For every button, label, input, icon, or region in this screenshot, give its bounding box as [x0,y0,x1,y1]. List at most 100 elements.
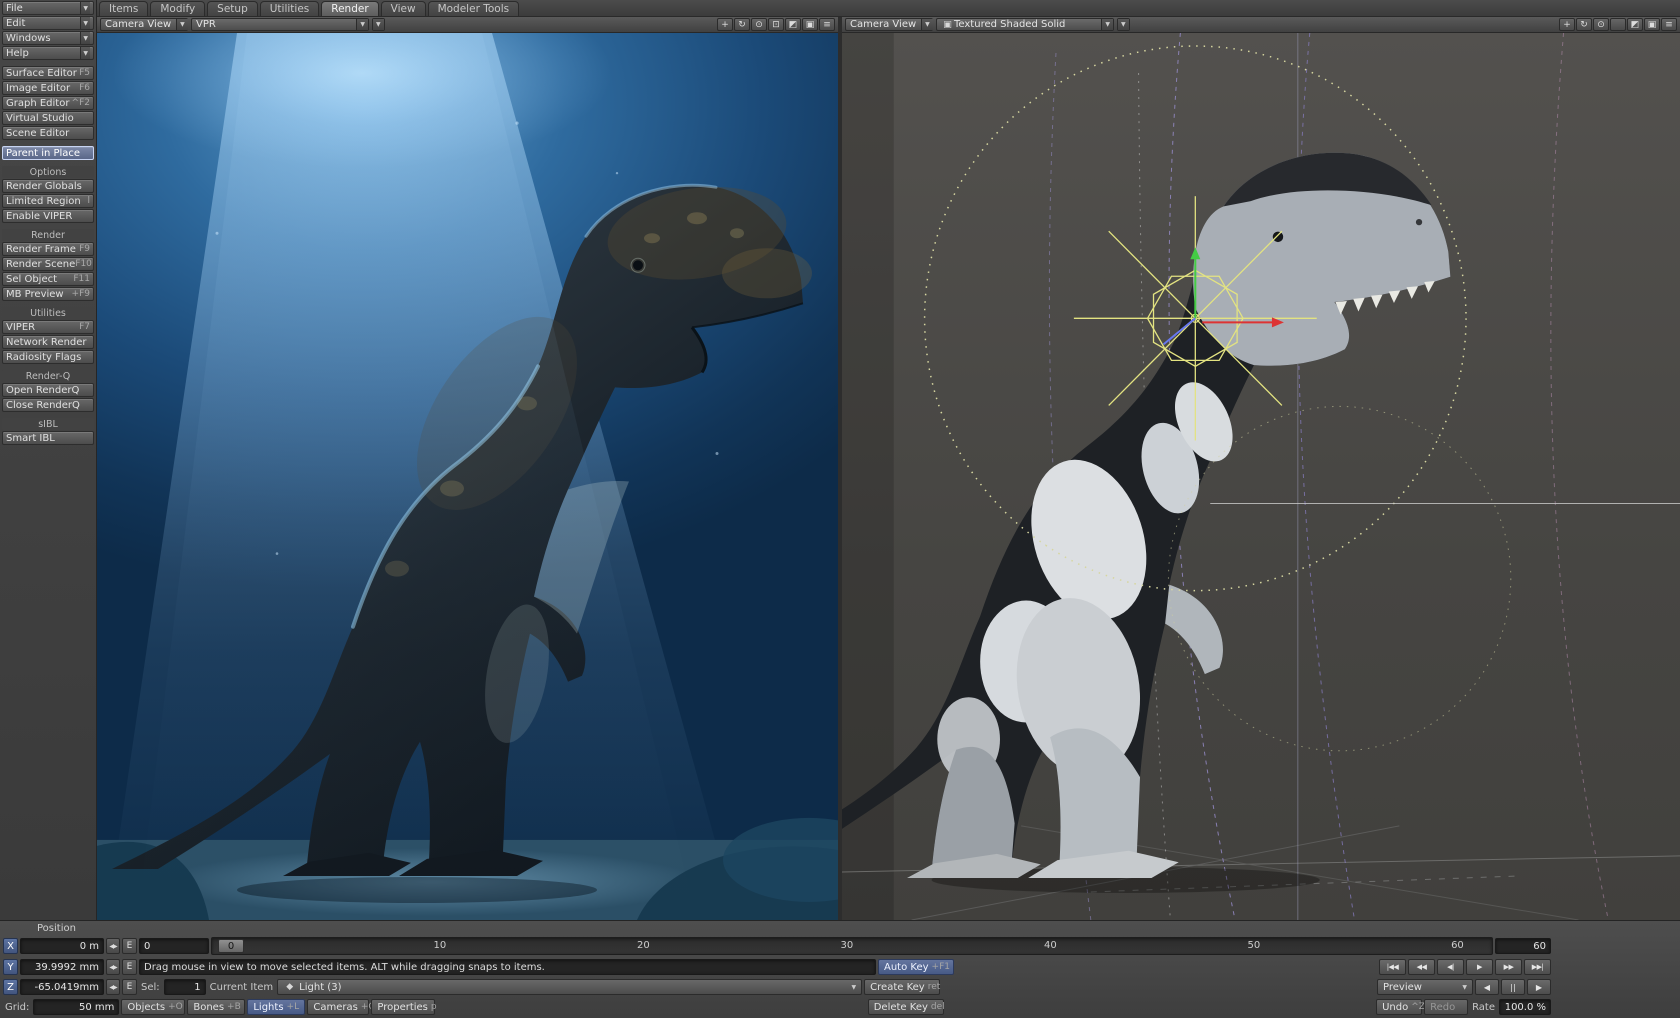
mb-preview-button[interactable]: MB Preview+F9 [2,287,94,301]
tab-render[interactable]: Render [321,1,378,16]
menu-help[interactable]: Help▼ [2,46,94,60]
rotate-icon[interactable]: ↻ [1576,18,1592,31]
lights-mode-button[interactable]: Lights+L [247,999,305,1015]
z-envelope-button[interactable]: E [122,979,137,995]
fit-icon[interactable]: ⊡ [768,18,784,31]
create-key-button[interactable]: Create Keyret [864,979,940,995]
play-button[interactable]: ▶ [1466,959,1493,975]
image-editor-button[interactable]: Image EditorF6 [2,81,94,95]
undo-button[interactable]: Undo^Z [1376,999,1422,1015]
parent-in-place-button[interactable]: Parent in Place [2,146,94,160]
light-item-icon: ◆ [283,982,296,992]
previous-keyframe-button[interactable]: ◀◀ [1408,959,1435,975]
y-spinner[interactable]: ◀▶ [106,959,120,975]
z-spinner[interactable]: ◀▶ [106,979,120,995]
pan-icon[interactable]: + [1559,18,1575,31]
button-label: Objects [127,1002,165,1013]
redo-button[interactable]: Redo [1424,999,1468,1015]
step-back-button[interactable]: ◀| [1437,959,1464,975]
trex-model [842,153,1450,878]
scene-editor-button[interactable]: Scene Editor [2,126,94,140]
network-render-button[interactable]: Network Render [2,335,94,349]
camera-icon[interactable]: ▣ [802,18,818,31]
button-label: Parent in Place [6,148,80,159]
tab-setup[interactable]: Setup [207,1,258,16]
tab-modify[interactable]: Modify [150,1,205,16]
frame-slider-handle[interactable]: 0 [218,939,244,953]
current-item-dropdown[interactable]: ◆Light (3)▼ [277,979,862,995]
shortcut-key: +F1 [932,962,950,972]
surface-editor-button[interactable]: Surface EditorF5 [2,66,94,80]
chevron-down-icon: ▼ [80,32,90,44]
cameras-mode-button[interactable]: Cameras+C [307,999,369,1015]
close-renderq-button[interactable]: Close RenderQ [2,398,94,412]
timeline-slider[interactable]: 0 10 20 30 40 50 60 [211,937,1493,955]
enable-viper-button[interactable]: Enable VIPER [2,209,94,223]
delete-key-button[interactable]: Delete Keydel [868,999,944,1015]
rate-field[interactable]: 100.0 % [1499,999,1551,1015]
properties-button[interactable]: Propertiesp [371,999,435,1015]
bones-mode-button[interactable]: Bones+B [187,999,245,1015]
menu-file[interactable]: File▼ [2,1,94,15]
button-label: Limited Region [6,196,81,207]
render-globals-button[interactable]: Render Globals [2,179,94,193]
view-type-dropdown[interactable]: Camera View▼ [100,18,188,31]
menu-edit[interactable]: Edit▼ [2,16,94,30]
zoom-icon[interactable]: ⊙ [1593,18,1609,31]
fit-icon[interactable] [1610,18,1626,31]
z-value-field[interactable]: -65.0419mm [20,979,104,995]
x-envelope-button[interactable]: E [122,938,137,954]
x-value-field[interactable]: 0 m [20,938,104,954]
tab-items[interactable]: Items [99,1,148,16]
chevron-down-icon: ▼ [80,17,90,29]
objects-mode-button[interactable]: Objects+O [121,999,185,1015]
render-frame-button[interactable]: Render FrameF9 [2,242,94,256]
viewport-menu-icon[interactable]: ≡ [819,18,835,31]
open-renderq-button[interactable]: Open RenderQ [2,383,94,397]
shade-toggle-icon[interactable]: ◩ [785,18,801,31]
viewport-left-canvas[interactable] [97,33,838,920]
preview-pause-button[interactable]: || [1501,979,1525,995]
preview-play-button[interactable]: ▶ [1527,979,1551,995]
preview-dropdown[interactable]: Preview▼ [1377,979,1473,995]
auto-key-button[interactable]: Auto Key+F1 [878,959,954,975]
graph-editor-button[interactable]: Graph Editor^F2 [2,96,94,110]
zoom-icon[interactable]: ⊙ [751,18,767,31]
y-value-field[interactable]: 39.9992 mm [20,959,104,975]
viewport-right-canvas[interactable] [842,33,1680,920]
tab-utilities[interactable]: Utilities [260,1,320,16]
render-scene-button[interactable]: Render SceneF10 [2,257,94,271]
preview-step-back-button[interactable]: ◀ [1475,979,1499,995]
tab-modeler-tools[interactable]: Modeler Tools [428,1,520,16]
main-tab-bar: Items Modify Setup Utilities Render View… [97,0,1680,17]
y-envelope-button[interactable]: E [122,959,137,975]
viewport-menu-icon[interactable]: ≡ [1661,18,1677,31]
virtual-studio-button[interactable]: Virtual Studio [2,111,94,125]
limited-region-button[interactable]: Limited Regionl [2,194,94,208]
smart-ibl-button[interactable]: Smart IBL [2,431,94,445]
viper-button[interactable]: VIPERF7 [2,320,94,334]
tab-view[interactable]: View [381,1,426,16]
go-to-end-button[interactable]: ▶▶| [1524,959,1551,975]
z-row: Z -65.0419mm ◀▶ E Sel: 1 Current Item ◆L… [3,978,1677,996]
x-spinner[interactable]: ◀▶ [106,938,120,954]
timeline-tick: 10 [433,940,446,951]
view-type-dropdown[interactable]: Camera View▼ [845,18,933,31]
menu-windows[interactable]: Windows▼ [2,31,94,45]
viewport-options-dropdown[interactable]: ▼ [372,18,385,31]
current-frame-field[interactable]: 0 [139,938,209,954]
rotate-icon[interactable]: ↻ [734,18,750,31]
render-mode-dropdown[interactable]: ▣Textured Shaded Solid▼ [936,18,1114,31]
sel-object-button[interactable]: Sel ObjectF11 [2,272,94,286]
button-label: MB Preview [6,289,64,300]
go-to-start-button[interactable]: |◀◀ [1379,959,1406,975]
shade-toggle-icon[interactable]: ◩ [1627,18,1643,31]
camera-icon[interactable]: ▣ [1644,18,1660,31]
viewport-options-dropdown[interactable]: ▼ [1117,18,1130,31]
render-mode-dropdown[interactable]: VPR▼ [191,18,369,31]
grid-size-field[interactable]: 50 mm [33,999,119,1015]
end-frame-field[interactable]: 60 [1495,938,1551,954]
next-keyframe-button[interactable]: ▶▶ [1495,959,1522,975]
pan-icon[interactable]: + [717,18,733,31]
radiosity-flags-button[interactable]: Radiosity Flags [2,350,94,364]
